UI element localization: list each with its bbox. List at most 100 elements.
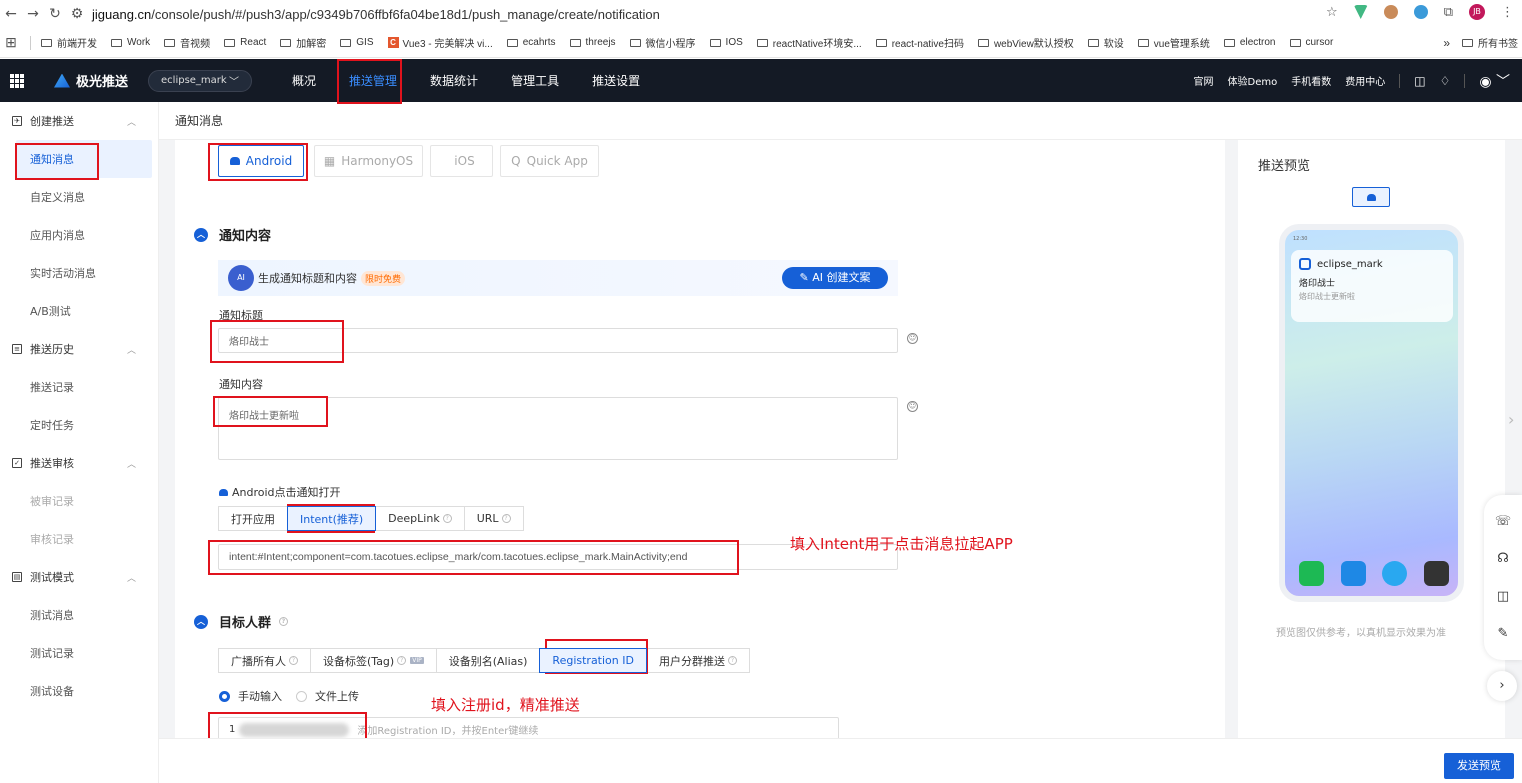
sidebar-item-notification[interactable]: 通知消息 [16,140,152,178]
menu-statistics[interactable]: 数据统计 [430,72,478,89]
apps-grid-icon[interactable]: ⊞ [0,34,22,51]
site-info-icon[interactable]: ⚙ [66,6,88,22]
sidebar-group-history[interactable]: ≡ 推送历史 ︿ [0,330,158,368]
bookmark-item[interactable]: electron [1223,37,1276,48]
send-preview-button[interactable]: 发送预览 [1444,753,1514,779]
tab-harmonyos[interactable]: ▦ HarmonyOS [314,145,423,177]
profile-avatar[interactable]: JB [1469,4,1485,20]
sidebar-item-custom-message[interactable]: 自定义消息 [0,178,158,216]
sidebar-item-test-message[interactable]: 测试消息 [0,596,158,634]
vue-devtools-icon[interactable] [1353,5,1368,19]
link-official-site[interactable]: 官网 [1194,73,1214,88]
link-billing[interactable]: 费用中心 [1345,73,1385,88]
star-icon[interactable]: ☆ [1326,5,1338,20]
bookmark-item[interactable]: IOS [709,37,743,48]
sidebar-item-live-activity[interactable]: 实时活动消息 [0,254,158,292]
app-selector[interactable]: eclipse_mark ﹀ [148,69,253,92]
option-alias[interactable]: 设备别名(Alias) [435,648,541,673]
bookmark-item[interactable]: React [224,37,266,48]
tab-ios[interactable]: iOS [430,145,493,177]
bookmarks-overflow-button[interactable]: » [1443,36,1450,50]
bookmark-item[interactable]: ecahrts [506,37,556,48]
section-notification-content[interactable]: ︿ 通知内容 [194,225,271,244]
sidebar-item-scheduled[interactable]: 定时任务 [0,406,158,444]
tab-android[interactable]: Android [218,145,304,177]
radio-manual-input[interactable]: 手动输入 [219,688,282,704]
help-icon[interactable]: ? [501,514,511,523]
user-avatar-icon[interactable]: ◉ ﹀ [1479,71,1510,91]
extension-icon[interactable] [1383,5,1398,19]
option-url[interactable]: URL? [463,506,524,531]
sidebar-group-review[interactable]: ✓ 推送审核 ︿ [0,444,158,482]
headset-icon[interactable]: ☊ [1497,551,1509,566]
sidebar-item-test-devices[interactable]: 测试设备 [0,672,158,710]
address-bar[interactable]: jiguang.cn/console/push/#/push3/app/c934… [92,7,660,22]
collapse-icon[interactable]: ︿ [194,227,208,242]
tab-quickapp[interactable]: Q Quick App [500,145,599,177]
menu-overview[interactable]: 概况 [292,72,316,89]
option-tag[interactable]: 设备标签(Tag)? VIP [310,648,437,673]
content-textarea[interactable]: 烙印战士更新啦 [218,397,898,460]
emoji-icon[interactable]: ☺ [907,401,918,412]
emoji-icon[interactable]: ☺ [907,333,918,344]
bookmark-item[interactable]: 微信小程序 [629,35,696,50]
sidebar-item-push-records[interactable]: 推送记录 [0,368,158,406]
forward-icon[interactable]: → [22,6,44,22]
ai-create-button[interactable]: ✎ AI 创建文案 [782,267,888,289]
bookmark-item[interactable]: threejs [569,37,616,48]
all-bookmarks[interactable]: 所有书签 [1462,35,1518,50]
section-target-audience[interactable]: ︿ 目标人群? [194,612,289,631]
sidebar-item-in-app[interactable]: 应用内消息 [0,216,158,254]
help-icon[interactable]: ? [397,656,407,665]
bookmark-item[interactable]: Work [111,37,150,48]
menu-tools[interactable]: 管理工具 [511,72,559,89]
bookmark-item[interactable]: vue管理系统 [1137,35,1210,50]
option-intent[interactable]: Intent(推荐) [287,506,377,531]
preview-android-toggle[interactable] [1352,187,1390,207]
book-icon[interactable]: ◫ [1497,589,1509,604]
option-broadcast[interactable]: 广播所有人? [218,648,311,673]
option-open-app[interactable]: 打开应用 [218,506,288,531]
bookmark-item[interactable]: 音视频 [164,35,210,50]
help-icon[interactable]: ? [279,617,289,626]
menu-push-manage[interactable]: 推送管理 [349,72,397,89]
bookmark-item[interactable]: 加解密 [280,35,326,50]
bell-icon[interactable]: ♢ [1440,74,1451,88]
sidebar-item-ab-test[interactable]: A/B测试 [0,292,158,330]
bookmark-item[interactable]: C Vue3 - 完美解决 vi... [387,35,493,50]
help-icon[interactable]: ? [727,656,737,665]
bookmark-item[interactable]: cursor [1289,37,1333,48]
chat-icon[interactable]: ☏ [1495,514,1511,529]
bookmark-item[interactable]: reactNative环境安... [756,35,862,50]
bookmark-item[interactable]: 前端开发 [41,35,97,50]
radio-file-upload[interactable]: 文件上传 [296,688,359,704]
bookmark-item[interactable]: 软设 [1087,35,1124,50]
bookmark-item[interactable]: webView默认授权 [977,35,1074,50]
collapse-icon[interactable]: ︿ [194,614,208,629]
help-icon[interactable]: ? [289,656,298,665]
option-deeplink[interactable]: DeepLink? [375,506,465,531]
sidebar-item-review-records[interactable]: 审核记录 [0,520,158,558]
sidebar-group-test[interactable]: ▤ 测试模式 ︿ [0,558,158,596]
extension-icon-2[interactable] [1413,5,1428,19]
sidebar-group-create[interactable]: ✈ 创建推送 ︿ [0,102,158,140]
chevron-right-icon[interactable]: › [1508,410,1514,429]
title-input[interactable]: 烙印战士 [218,328,898,353]
link-mobile-data[interactable]: 手机看数 [1291,73,1331,88]
edit-icon[interactable]: ✎ [1498,626,1509,641]
bookmark-item[interactable]: GIS [340,37,374,48]
brand-logo[interactable]: 极光推送 [54,71,128,90]
link-demo[interactable]: 体验Demo [1228,73,1278,88]
sidebar-item-test-records[interactable]: 测试记录 [0,634,158,672]
reload-icon[interactable]: ↻ [44,6,66,22]
browser-menu-icon[interactable]: ⋮ [1501,5,1514,20]
menu-settings[interactable]: 推送设置 [592,72,640,89]
option-registration-id[interactable]: Registration ID [539,648,647,673]
back-icon[interactable]: ← [0,6,22,22]
bookmark-item[interactable]: react-native扫码 [875,35,964,50]
option-segment[interactable]: 用户分群推送? [645,648,750,673]
extensions-puzzle-icon[interactable]: ⧉ [1444,5,1453,20]
help-icon[interactable]: ? [442,514,452,523]
expand-toolbar-button[interactable]: › [1487,671,1517,701]
docs-icon[interactable]: ◫ [1414,74,1425,88]
